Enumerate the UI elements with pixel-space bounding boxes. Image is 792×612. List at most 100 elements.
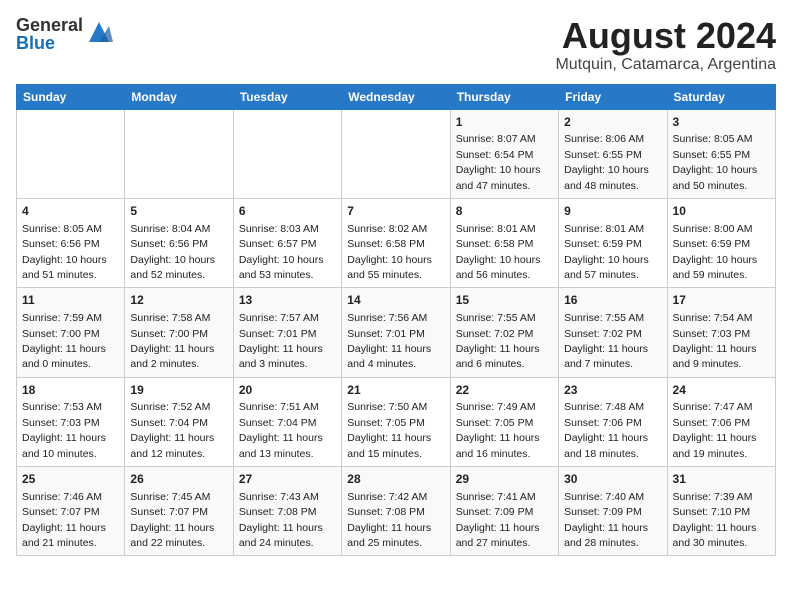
day-info: Sunrise: 8:07 AM Sunset: 6:54 PM Dayligh… — [456, 133, 541, 191]
logo-icon — [85, 18, 113, 46]
calendar-cell: 28 Sunrise: 7:42 AM Sunset: 7:08 PM Dayli… — [342, 467, 450, 556]
day-number: 20 — [239, 382, 336, 399]
day-info: Sunrise: 7:55 AM Sunset: 7:02 PM Dayligh… — [564, 312, 648, 370]
day-number: 31 — [673, 471, 770, 488]
day-info: Sunrise: 8:02 AM Sunset: 6:58 PM Dayligh… — [347, 223, 432, 281]
calendar-header: SundayMondayTuesdayWednesdayThursdayFrid… — [17, 84, 776, 109]
calendar-cell: 17 Sunrise: 7:54 AM Sunset: 7:03 PM Dayli… — [667, 288, 775, 377]
weekday-header: Saturday — [667, 84, 775, 109]
day-number: 4 — [22, 203, 119, 220]
calendar-cell: 18 Sunrise: 7:53 AM Sunset: 7:03 PM Dayli… — [17, 377, 125, 466]
day-number: 21 — [347, 382, 444, 399]
day-info: Sunrise: 7:41 AM Sunset: 7:09 PM Dayligh… — [456, 491, 540, 549]
day-number: 25 — [22, 471, 119, 488]
calendar-cell: 5 Sunrise: 8:04 AM Sunset: 6:56 PM Daylig… — [125, 198, 233, 287]
title-block: August 2024 Mutquin, Catamarca, Argentin… — [555, 16, 776, 74]
day-info: Sunrise: 7:51 AM Sunset: 7:04 PM Dayligh… — [239, 401, 323, 459]
calendar-week-row: 11Sunrise: 7:59 AM Sunset: 7:00 PM Dayli… — [17, 288, 776, 377]
calendar-cell: 22 Sunrise: 7:49 AM Sunset: 7:05 PM Dayli… — [450, 377, 558, 466]
day-info: Sunrise: 8:05 AM Sunset: 6:55 PM Dayligh… — [673, 133, 758, 191]
day-info: Sunrise: 7:58 AM Sunset: 7:00 PM Dayligh… — [130, 312, 214, 370]
day-number: 13 — [239, 292, 336, 309]
day-info: Sunrise: 7:45 AM Sunset: 7:07 PM Dayligh… — [130, 491, 214, 549]
day-info: Sunrise: 7:42 AM Sunset: 7:08 PM Dayligh… — [347, 491, 431, 549]
calendar-cell: 10 Sunrise: 8:00 AM Sunset: 6:59 PM Dayli… — [667, 198, 775, 287]
day-number: 29 — [456, 471, 553, 488]
calendar-cell: 19Sunrise: 7:52 AM Sunset: 7:04 PM Dayli… — [125, 377, 233, 466]
page-subtitle: Mutquin, Catamarca, Argentina — [555, 56, 776, 74]
day-info: Sunrise: 8:04 AM Sunset: 6:56 PM Dayligh… — [130, 223, 215, 281]
day-number: 16 — [564, 292, 661, 309]
day-info: Sunrise: 7:54 AM Sunset: 7:03 PM Dayligh… — [673, 312, 757, 370]
day-info: Sunrise: 7:53 AM Sunset: 7:03 PM Dayligh… — [22, 401, 106, 459]
calendar-cell: 7 Sunrise: 8:02 AM Sunset: 6:58 PM Daylig… — [342, 198, 450, 287]
day-info: Sunrise: 8:06 AM Sunset: 6:55 PM Dayligh… — [564, 133, 649, 191]
calendar-cell — [17, 109, 125, 198]
day-number: 10 — [673, 203, 770, 220]
day-number: 18 — [22, 382, 119, 399]
calendar-body: 1 Sunrise: 8:07 AM Sunset: 6:54 PM Daylig… — [17, 109, 776, 556]
day-number: 1 — [456, 114, 553, 131]
weekday-header-row: SundayMondayTuesdayWednesdayThursdayFrid… — [17, 84, 776, 109]
calendar-week-row: 25 Sunrise: 7:46 AM Sunset: 7:07 PM Dayli… — [17, 467, 776, 556]
day-info: Sunrise: 8:00 AM Sunset: 6:59 PM Dayligh… — [673, 223, 758, 281]
logo-general-text: General — [16, 16, 83, 34]
calendar-cell — [233, 109, 341, 198]
calendar-week-row: 18 Sunrise: 7:53 AM Sunset: 7:03 PM Dayli… — [17, 377, 776, 466]
day-info: Sunrise: 7:46 AM Sunset: 7:07 PM Dayligh… — [22, 491, 106, 549]
day-number: 8 — [456, 203, 553, 220]
calendar-cell: 8 Sunrise: 8:01 AM Sunset: 6:58 PM Daylig… — [450, 198, 558, 287]
calendar-cell: 30Sunrise: 7:40 AM Sunset: 7:09 PM Dayli… — [559, 467, 667, 556]
day-number: 12 — [130, 292, 227, 309]
calendar-cell: 29 Sunrise: 7:41 AM Sunset: 7:09 PM Dayli… — [450, 467, 558, 556]
day-info: Sunrise: 7:49 AM Sunset: 7:05 PM Dayligh… — [456, 401, 540, 459]
day-number: 3 — [673, 114, 770, 131]
calendar-cell: 16 Sunrise: 7:55 AM Sunset: 7:02 PM Dayli… — [559, 288, 667, 377]
calendar-cell: 21Sunrise: 7:50 AM Sunset: 7:05 PM Dayli… — [342, 377, 450, 466]
day-info: Sunrise: 8:01 AM Sunset: 6:59 PM Dayligh… — [564, 223, 649, 281]
calendar-cell: 31 Sunrise: 7:39 AM Sunset: 7:10 PM Dayli… — [667, 467, 775, 556]
day-number: 6 — [239, 203, 336, 220]
day-number: 24 — [673, 382, 770, 399]
calendar-cell: 11Sunrise: 7:59 AM Sunset: 7:00 PM Dayli… — [17, 288, 125, 377]
calendar-cell: 15Sunrise: 7:55 AM Sunset: 7:02 PM Dayli… — [450, 288, 558, 377]
day-info: Sunrise: 7:48 AM Sunset: 7:06 PM Dayligh… — [564, 401, 648, 459]
calendar-cell: 9 Sunrise: 8:01 AM Sunset: 6:59 PM Daylig… — [559, 198, 667, 287]
day-number: 28 — [347, 471, 444, 488]
calendar-cell: 24 Sunrise: 7:47 AM Sunset: 7:06 PM Dayli… — [667, 377, 775, 466]
weekday-header: Tuesday — [233, 84, 341, 109]
calendar-cell: 13 Sunrise: 7:57 AM Sunset: 7:01 PM Dayli… — [233, 288, 341, 377]
day-number: 14 — [347, 292, 444, 309]
day-info: Sunrise: 7:40 AM Sunset: 7:09 PM Dayligh… — [564, 491, 648, 549]
calendar-cell: 1 Sunrise: 8:07 AM Sunset: 6:54 PM Daylig… — [450, 109, 558, 198]
day-info: Sunrise: 8:03 AM Sunset: 6:57 PM Dayligh… — [239, 223, 324, 281]
day-info: Sunrise: 7:39 AM Sunset: 7:10 PM Dayligh… — [673, 491, 757, 549]
day-info: Sunrise: 7:43 AM Sunset: 7:08 PM Dayligh… — [239, 491, 323, 549]
calendar-cell: 23 Sunrise: 7:48 AM Sunset: 7:06 PM Dayli… — [559, 377, 667, 466]
day-number: 2 — [564, 114, 661, 131]
day-number: 17 — [673, 292, 770, 309]
logo-blue-text: Blue — [16, 34, 83, 52]
calendar-cell: 4Sunrise: 8:05 AM Sunset: 6:56 PM Daylig… — [17, 198, 125, 287]
page-title: August 2024 — [555, 16, 776, 56]
day-number: 23 — [564, 382, 661, 399]
day-info: Sunrise: 7:57 AM Sunset: 7:01 PM Dayligh… — [239, 312, 323, 370]
calendar-cell: 14Sunrise: 7:56 AM Sunset: 7:01 PM Dayli… — [342, 288, 450, 377]
calendar-cell: 3 Sunrise: 8:05 AM Sunset: 6:55 PM Daylig… — [667, 109, 775, 198]
day-number: 9 — [564, 203, 661, 220]
day-number: 22 — [456, 382, 553, 399]
day-number: 19 — [130, 382, 227, 399]
day-info: Sunrise: 8:01 AM Sunset: 6:58 PM Dayligh… — [456, 223, 541, 281]
page-header: General Blue August 2024 Mutquin, Catama… — [16, 16, 776, 74]
weekday-header: Monday — [125, 84, 233, 109]
logo: General Blue — [16, 16, 113, 52]
calendar-cell: 6 Sunrise: 8:03 AM Sunset: 6:57 PM Daylig… — [233, 198, 341, 287]
calendar-cell: 27Sunrise: 7:43 AM Sunset: 7:08 PM Dayli… — [233, 467, 341, 556]
day-number: 5 — [130, 203, 227, 220]
day-info: Sunrise: 7:47 AM Sunset: 7:06 PM Dayligh… — [673, 401, 757, 459]
calendar-week-row: 4Sunrise: 8:05 AM Sunset: 6:56 PM Daylig… — [17, 198, 776, 287]
calendar-cell: 12 Sunrise: 7:58 AM Sunset: 7:00 PM Dayli… — [125, 288, 233, 377]
calendar-cell: 25 Sunrise: 7:46 AM Sunset: 7:07 PM Dayli… — [17, 467, 125, 556]
day-number: 7 — [347, 203, 444, 220]
calendar-cell: 26Sunrise: 7:45 AM Sunset: 7:07 PM Dayli… — [125, 467, 233, 556]
